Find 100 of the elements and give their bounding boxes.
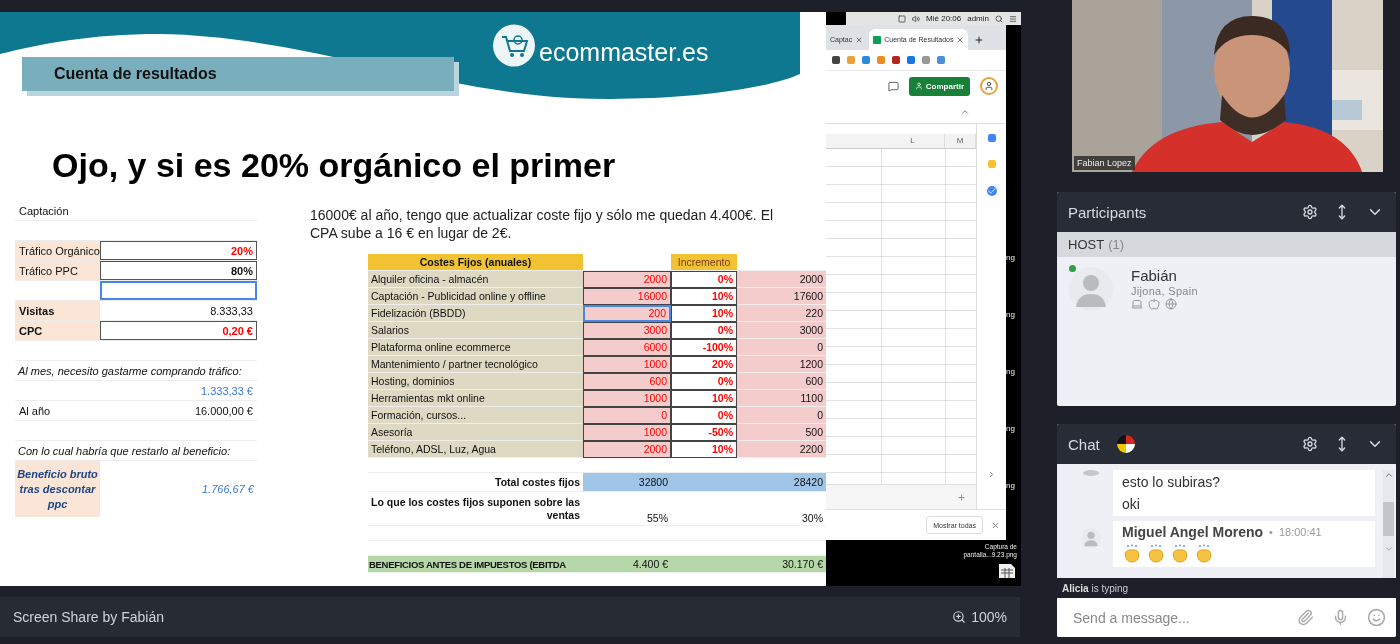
table-cell: 0% (671, 322, 737, 339)
close-icon[interactable] (855, 35, 864, 44)
table-cell: -50% (671, 424, 737, 441)
share-button[interactable]: Compartir (908, 76, 970, 96)
table-cell: Herramientas mkt online (368, 390, 583, 407)
table-cell: 6000 (583, 339, 671, 356)
table-cell: 0% (671, 373, 737, 390)
close-icon[interactable] (956, 35, 965, 44)
table-cell-text: 1.766,67 € (201, 482, 256, 497)
scroll-up-icon[interactable] (1383, 470, 1394, 480)
panel-title: Chat (1068, 435, 1100, 453)
table-cell: 10% (671, 441, 737, 458)
expand-icon[interactable] (987, 470, 996, 479)
table-cell: 3000 (737, 322, 826, 339)
table-cell: 0,20 € (100, 321, 257, 340)
search-icon[interactable] (995, 14, 1003, 23)
settings-icon[interactable] (1302, 204, 1318, 220)
paragraph: 16000€ al año, tengo que actualizar coste fijo y sólo me quedan 4.400€. El CPA sube a 16 € en lugar de 2€. (310, 206, 775, 242)
table-cell-text: 8.333,33 (209, 303, 254, 319)
table-cell: Asesoría (368, 424, 583, 441)
table-cell-text: Al año (18, 403, 52, 419)
clap-icon (1170, 544, 1190, 564)
calendar-icon[interactable] (987, 134, 996, 142)
file-label: ng (1006, 367, 1016, 376)
slide-heading: Ojo, y si es 20% orgánico el primer (52, 145, 617, 186)
typing-indicator: Alicia is typing (1057, 578, 1396, 598)
table-cell: 1000 (583, 424, 671, 441)
table-cell: Plataforma online ecommerce (368, 339, 583, 356)
close-icon[interactable] (991, 520, 1000, 530)
emoji-icon[interactable] (1367, 608, 1386, 627)
logo-text: ecommaster.es (539, 38, 709, 67)
attach-icon[interactable] (1297, 609, 1314, 626)
table-cell: 220 (737, 305, 826, 322)
table-cell: 20% (671, 356, 737, 373)
file-label: ng (1006, 481, 1016, 490)
table-cell: 10% (671, 390, 737, 407)
participant-location: Jijona, Spain (1131, 285, 1198, 297)
message-text: esto lo subiras? (1122, 473, 1222, 491)
zoom-icon[interactable] (952, 610, 967, 624)
table-cell: 200 (583, 305, 671, 322)
message-bar[interactable]: Send a message... (1057, 598, 1396, 637)
table-cell: 2000 (583, 271, 671, 288)
new-tab-icon[interactable] (974, 35, 985, 45)
table-cell: 1100 (737, 390, 826, 407)
table-cell: 1200 (737, 356, 826, 373)
table-cell: 2000 (737, 271, 826, 288)
menubar-text: admin (967, 14, 989, 23)
table-cell: 600 (737, 373, 826, 390)
table-cell: BENEFICIOS ANTES DE IMPUESTOS (EBITDA (368, 556, 583, 573)
table-cell: 80% (100, 261, 257, 280)
scroll-thumb[interactable] (1383, 502, 1394, 536)
person-icon (914, 82, 923, 90)
table-cell: 0% (671, 271, 737, 288)
table-cell: 500 (737, 424, 826, 441)
laptop-icon (1131, 298, 1143, 310)
tasks-icon[interactable] (986, 186, 997, 196)
file-label: ng (1006, 253, 1016, 262)
table-cell: 600 (583, 373, 671, 390)
table-cell: 2200 (737, 441, 826, 458)
table-cell: 28420 (737, 473, 826, 492)
globe-icon (1165, 298, 1177, 310)
table-cell: Alquiler oficina - almacén (368, 271, 583, 288)
table-cell: 16000 (583, 288, 671, 305)
table-cell: 10% (671, 288, 737, 305)
logo-icon (492, 24, 536, 67)
table-cell: 1000 (583, 390, 671, 407)
menu-icon[interactable] (1009, 14, 1017, 23)
table-cell: 30.170 € (737, 556, 826, 573)
table-cell: 0 (737, 339, 826, 356)
file-icon (997, 564, 1017, 578)
table-cell-text: Captación (18, 203, 70, 219)
mic-icon[interactable] (1332, 609, 1349, 626)
table-header: Costes Fijos (anuales) (368, 254, 583, 271)
participant-name: Fabián (1131, 267, 1178, 284)
table-cell-text: 1.333,33 € (200, 383, 254, 399)
add-sheet-icon[interactable] (957, 492, 966, 502)
avatar-icon (1081, 527, 1101, 549)
table-cell: Salarios (368, 322, 583, 339)
menubar-text: Mié 20:06 (926, 14, 962, 23)
avatar-icon[interactable] (980, 77, 998, 95)
table-cell: Beneficio bruto tras descontar ppc (15, 461, 100, 517)
zoom-level: 100% (971, 609, 1007, 625)
comment-icon[interactable] (887, 80, 899, 92)
table-cell: Visitas (15, 301, 100, 320)
table-cell: Captación - Publicidad online y offline (368, 288, 583, 305)
avatar-icon (1069, 267, 1113, 311)
file-label: ng (1006, 310, 1016, 319)
group-title: HOST (1068, 237, 1105, 252)
table-cell: Mantenimiento / partner tecnológico (368, 356, 583, 373)
table-cell: Hosting, dominios (368, 373, 583, 390)
message-text: oki (1122, 495, 1141, 513)
table-cell: 4.400 € (583, 556, 671, 573)
settings-icon[interactable] (1302, 436, 1318, 452)
table-cell: Teléfono, ADSL, Luz, Agua (368, 441, 583, 458)
flag-icon (1115, 434, 1136, 454)
table-cell: 0 (737, 407, 826, 424)
clap-icon (1122, 544, 1142, 564)
table-cell: 0 (583, 407, 671, 424)
table-cell: 17600 (737, 288, 826, 305)
table-cell: Tráfico PPC (15, 261, 100, 280)
